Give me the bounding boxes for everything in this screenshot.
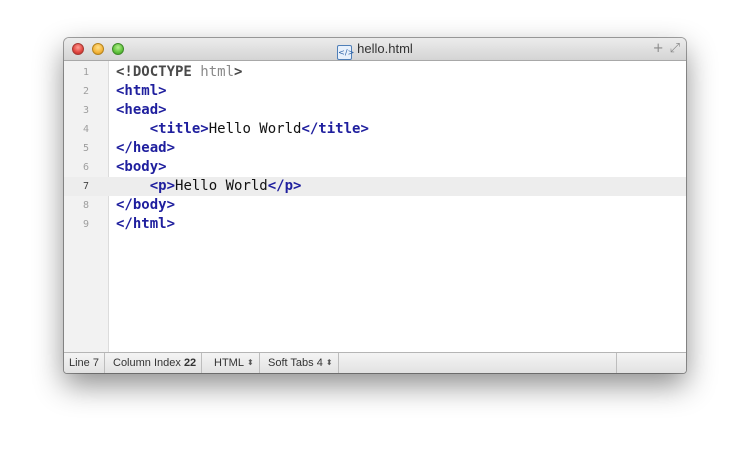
line-number: 9: [82, 219, 90, 230]
column-label: Column Index: [113, 357, 181, 369]
html-tag-token: </head>: [116, 140, 176, 156]
syntax-stepper-icon: ⬍: [246, 358, 254, 367]
column-indicator: Column Index 22: [108, 353, 203, 373]
code-line[interactable]: 1 <!DOCTYPE html>: [64, 63, 686, 82]
code-line[interactable]: 2 <html>: [64, 82, 686, 101]
code-text: </html>: [116, 215, 175, 234]
code-text: <head>: [116, 101, 167, 120]
code-line[interactable]: 6 <body>: [64, 158, 686, 177]
line-indicator: Line 7: [64, 353, 105, 373]
html-tag-token: <p>: [149, 178, 176, 194]
line-number: 6: [82, 162, 90, 173]
tab-size-selector[interactable]: Soft Tabs 4 ⬍: [263, 353, 339, 373]
code-token: Hello World: [208, 121, 302, 137]
title-actions: + ⤢: [647, 41, 680, 56]
status-bar: Line 7 Column Index 22 HTML ⬍ Soft Tabs 4…: [64, 352, 686, 373]
line-number: 7: [82, 181, 90, 192]
html-tag-token: </html>: [116, 216, 176, 232]
line-number: 2: [82, 86, 90, 97]
html-tag-token: </title>: [301, 121, 369, 137]
code-text: <body>: [116, 158, 167, 177]
line-number: 8: [82, 200, 90, 211]
line-value: 7: [92, 357, 99, 369]
line-number: 3: [82, 105, 90, 116]
code-token: Hello World: [175, 178, 268, 194]
syntax-label: HTML: [214, 357, 244, 369]
html-file-icon: </>: [337, 45, 354, 60]
code-token: html: [200, 64, 235, 80]
html-tag-token: <html>: [116, 83, 167, 99]
line-label: Line: [69, 357, 90, 369]
html-tag-token: <body>: [116, 159, 167, 175]
html-tag-token: <head>: [116, 102, 167, 118]
window-title: </> hello.html: [64, 41, 686, 60]
code-token: <!DOCTYPE: [116, 64, 201, 80]
fullscreen-icon[interactable]: ⤢: [670, 41, 680, 56]
code-text: </body>: [116, 196, 175, 215]
html-tag-token: </p>: [267, 178, 302, 194]
html-tag-token: </body>: [116, 197, 176, 213]
editor-window: </> hello.html + ⤢ 1 <!DOCTYPE html> 2 <html>…: [64, 38, 686, 373]
code-editor[interactable]: 1 <!DOCTYPE html> 2 <html> 3 <head> 4 <title>H…: [64, 61, 686, 353]
line-number: 5: [82, 143, 90, 154]
html-tag-token: <title>: [149, 121, 209, 137]
tab-size-stepper-icon: ⬍: [325, 358, 333, 367]
code-line[interactable]: 4 <title>Hello World</title>: [64, 120, 686, 139]
line-number: 1: [82, 67, 90, 78]
code-text: <!DOCTYPE html>: [116, 63, 242, 82]
code-line[interactable]: 9 </html>: [64, 215, 686, 234]
window-title-text: hello.html: [357, 41, 413, 56]
code-text: <p>Hello World</p>: [116, 177, 302, 196]
code-text: <html>: [116, 82, 167, 101]
code-text: </head>: [116, 139, 175, 158]
code-line[interactable]: 5 </head>: [64, 139, 686, 158]
code-line[interactable]: 3 <head>: [64, 101, 686, 120]
code-line[interactable]: 8 </body>: [64, 196, 686, 215]
column-value: 22: [183, 357, 197, 369]
syntax-selector[interactable]: HTML ⬍: [209, 353, 260, 373]
tab-size-label: Soft Tabs 4: [268, 357, 323, 369]
code-line[interactable]: 7 <p>Hello World</p>: [64, 177, 686, 196]
title-bar[interactable]: </> hello.html + ⤢: [64, 38, 686, 61]
status-empty-cell: [616, 353, 686, 373]
code-text: <title>Hello World</title>: [116, 120, 369, 139]
line-number: 4: [82, 124, 90, 135]
add-icon[interactable]: +: [653, 41, 664, 56]
code-token: >: [234, 64, 243, 80]
